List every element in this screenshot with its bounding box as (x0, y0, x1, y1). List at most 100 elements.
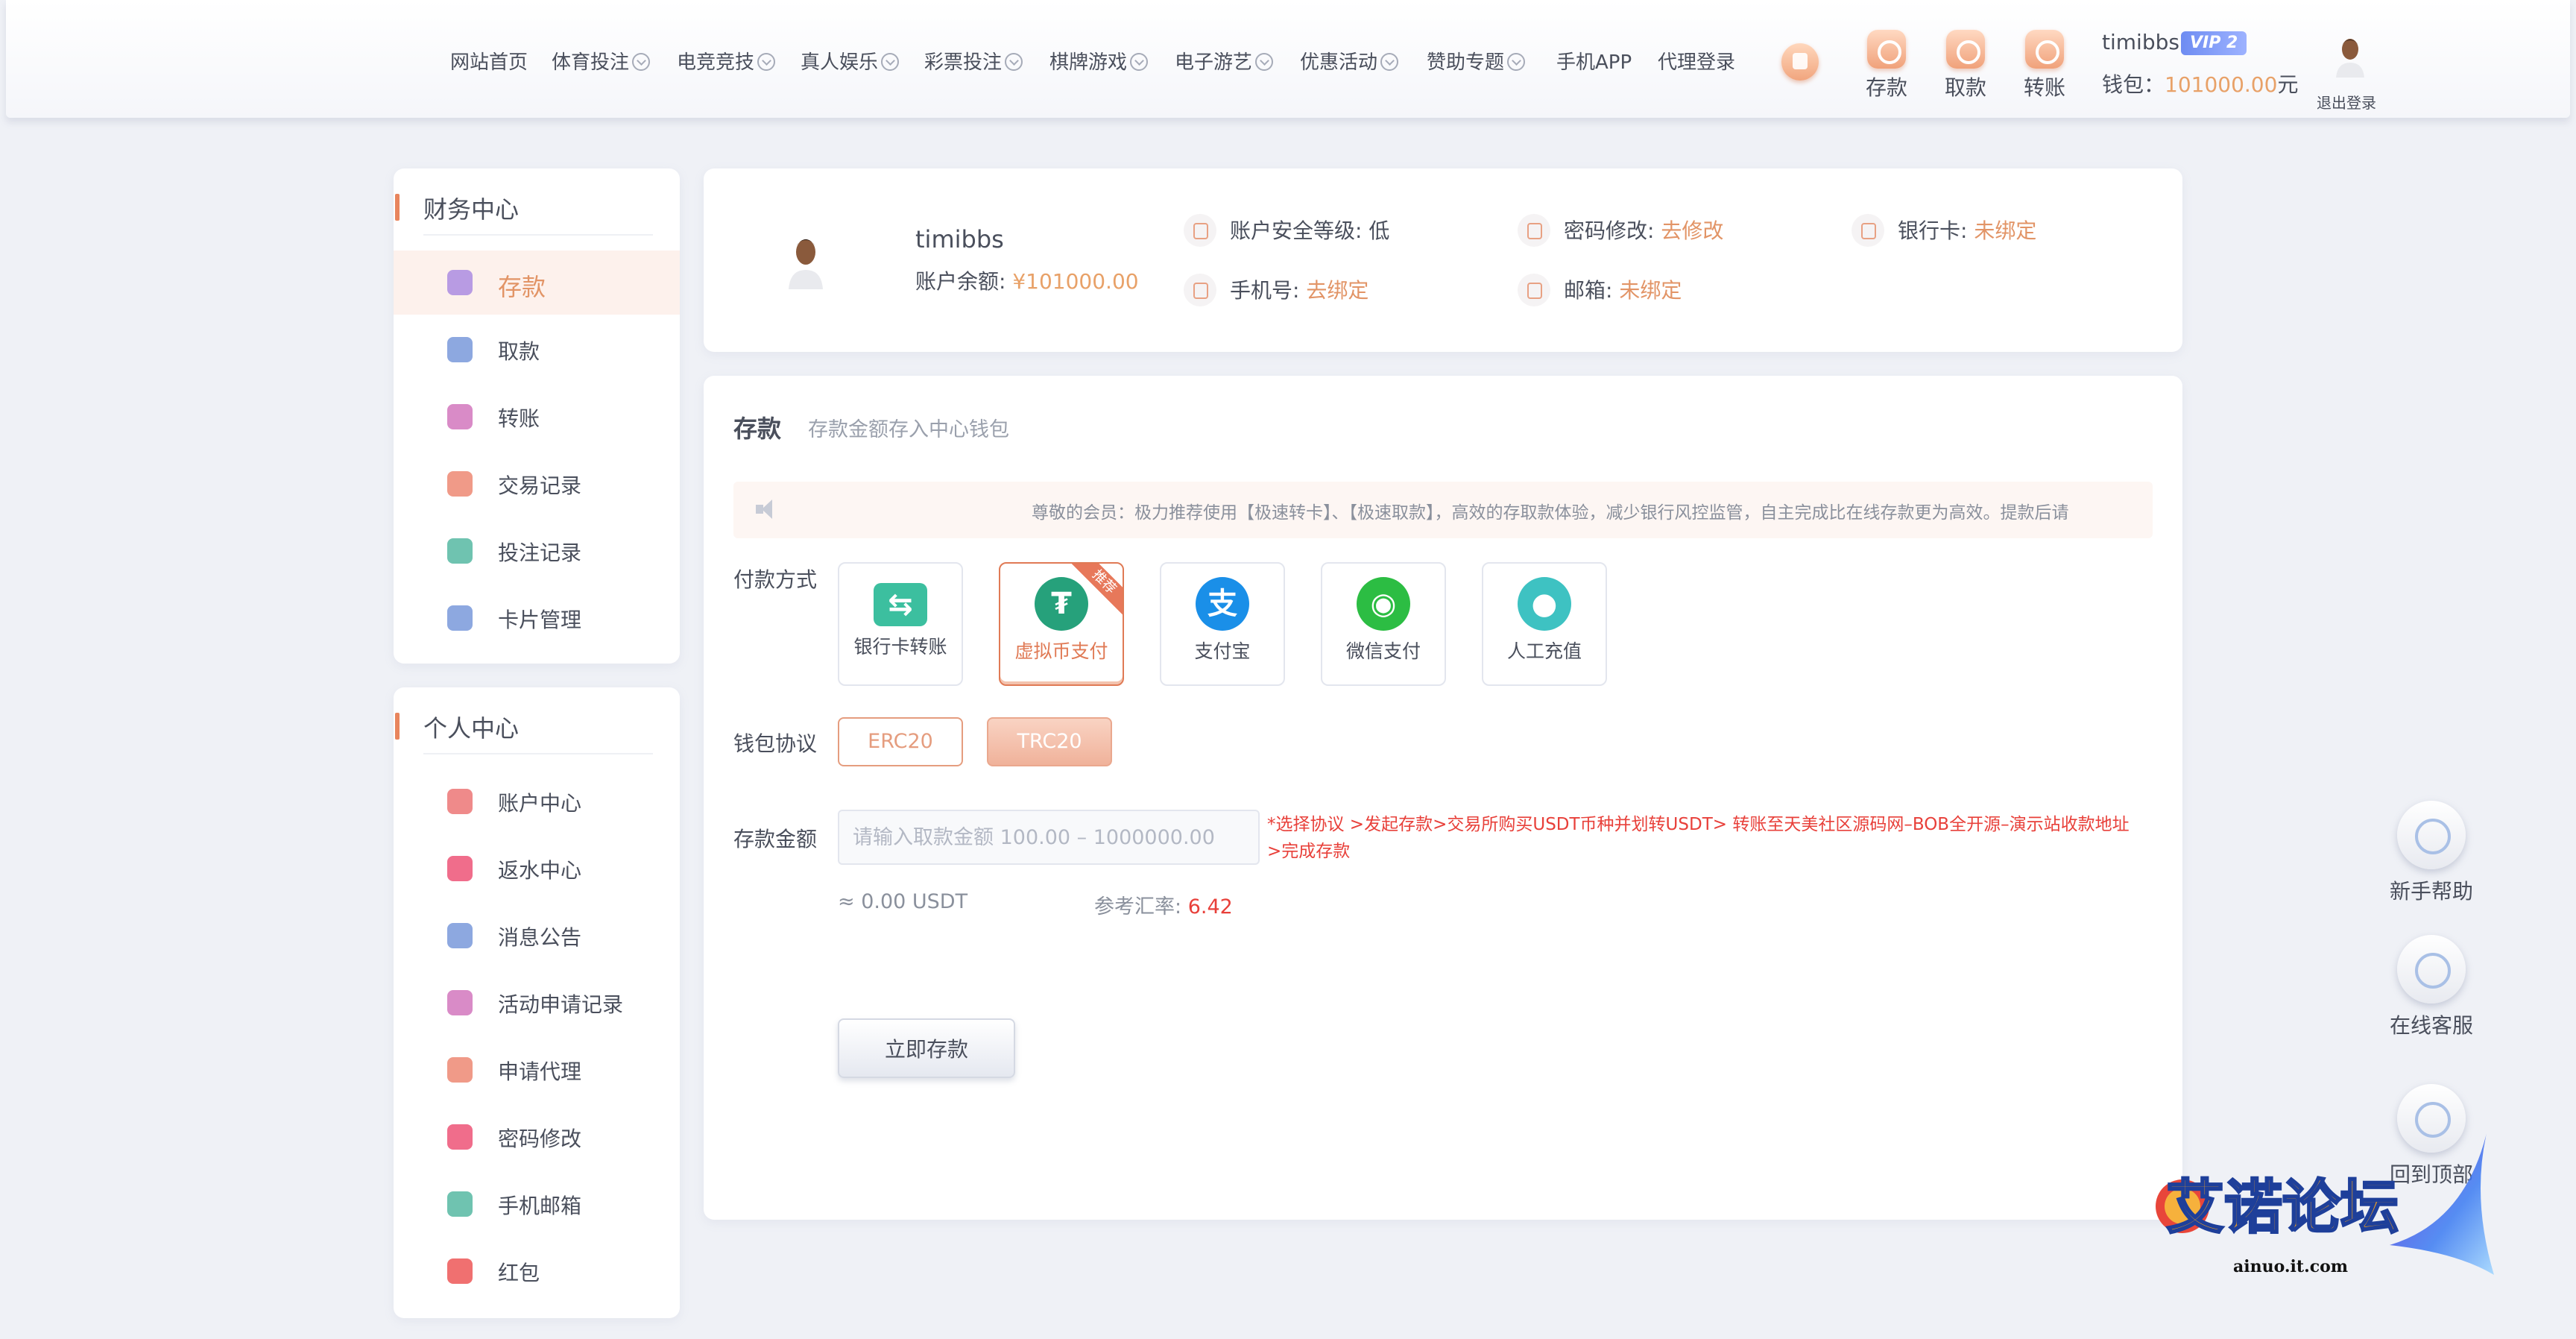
finance-center-panel: 财务中心 存款 取款 转账 交易记录 投注记录 卡片管理 (394, 168, 680, 664)
sidebar-item-label: 申请代理 (498, 1059, 582, 1084)
deposit-icon (447, 270, 473, 295)
lock-icon (1518, 214, 1550, 247)
email-bind-link[interactable]: 未绑定 (1619, 278, 1682, 303)
sidebar-item[interactable]: 红包 (394, 1239, 680, 1303)
nav-item[interactable]: 真人娱乐 (801, 46, 900, 79)
security-value: 低 (1368, 218, 1390, 243)
nav-item-label: 电竞竞技 (677, 51, 755, 74)
nav-item-label: 电子游艺 (1175, 51, 1253, 74)
sidebar-item[interactable]: 密码修改 (394, 1105, 680, 1169)
profile-card: timibbs 账户余额: ¥101000.00 账户安全等级: 低 密码修改:… (704, 168, 2182, 352)
security-label: 账户安全等级: (1230, 218, 1363, 243)
payment-method-label: 付款方式 (733, 567, 818, 592)
user-avatar[interactable] (2333, 33, 2367, 78)
sidebar-item[interactable]: 手机邮箱 (394, 1172, 680, 1236)
sidebar-item[interactable]: 申请代理 (394, 1038, 680, 1102)
nav-item-label: 彩票投注 (924, 51, 1003, 74)
sidebar-item[interactable]: 交易记录 (394, 452, 680, 516)
nav-item[interactable]: 棋牌游戏 (1049, 46, 1149, 79)
payment-method-option[interactable]: ⇆ 银行卡转账 (838, 562, 963, 686)
floating-button[interactable]: 在线客服 (2385, 935, 2478, 1039)
nav-item[interactable]: 网站首页 (450, 46, 528, 79)
protocol-option[interactable]: TRC20 (987, 717, 1112, 766)
sidebar-item-label: 投注记录 (498, 541, 582, 565)
floating-button-label: 在线客服 (2389, 1013, 2473, 1038)
floating-button-label: 新手帮助 (2389, 879, 2473, 904)
quick-action-1[interactable]: 取款 (1932, 30, 1999, 101)
sidebar-item-label: 转账 (498, 406, 540, 431)
message-icon[interactable] (1781, 43, 1819, 81)
payment-method-label: 银行卡转账 (853, 636, 947, 658)
wechat-icon: ◉ (1357, 577, 1410, 631)
deposit-hint: *选择协议 >发起存款>交易所购买USDT币种并划转USDT> 转账至天美社区源… (1267, 815, 2130, 861)
nav-item-label: 手机APP (1556, 51, 1632, 74)
sidebar-item[interactable]: 取款 (394, 318, 680, 382)
username: timibbs (2102, 30, 2179, 54)
phone-label: 手机号: (1230, 278, 1300, 303)
divider (423, 234, 653, 236)
bank-bind-link[interactable]: 未绑定 (1974, 218, 2036, 243)
sidebar-item[interactable]: 消息公告 (394, 904, 680, 968)
alipay-icon: 支 (1196, 577, 1249, 631)
watermark-logo: 艾诺论坛 ainuo.it.com (2156, 1133, 2494, 1276)
floating-button[interactable]: 新手帮助 (2385, 801, 2478, 905)
payment-method-option[interactable]: 支支付宝 (1160, 562, 1285, 686)
chevron-down-icon (881, 52, 900, 71)
sidebar-item-label: 活动申请记录 (498, 992, 624, 1017)
sidebar-item[interactable]: 转账 (394, 385, 680, 449)
chevron-down-icon (1005, 52, 1023, 71)
nav-item[interactable]: 优惠活动 (1300, 46, 1399, 79)
svg-text:艾诺论坛: 艾诺论坛 (2166, 1174, 2399, 1241)
deposit-icon (1867, 30, 1906, 69)
password-label: 密码修改: (1564, 218, 1655, 243)
nav-item[interactable]: 彩票投注 (924, 46, 1023, 79)
payment-method-label: 微信支付 (1345, 640, 1421, 662)
account-balance: 账户余额: ¥101000.00 (915, 265, 1139, 295)
sidebar-item-label: 卡片管理 (498, 608, 582, 632)
lock-icon (447, 1124, 473, 1150)
nav-item[interactable]: 电子游艺 (1175, 46, 1274, 79)
chevron-down-icon (1380, 52, 1399, 71)
phone-bind-link[interactable]: 去绑定 (1306, 278, 1368, 303)
wallet-protocol-label: 钱包协议 (733, 731, 818, 756)
payment-method-option[interactable]: ₮ 虚拟币支付 推荐 (999, 562, 1124, 686)
nav-item[interactable]: 手机APP (1556, 46, 1632, 79)
headset-icon (2397, 935, 2466, 1004)
nav-item[interactable]: 代理登录 (1658, 46, 1735, 79)
payment-method-option[interactable]: ● 人工充值 (1482, 562, 1607, 686)
payment-method-option[interactable]: ◉ 微信支付 (1321, 562, 1446, 686)
deposit-amount-input[interactable] (838, 810, 1260, 865)
password-change-link[interactable]: 去修改 (1661, 218, 1723, 243)
sidebar-item-label: 密码修改 (498, 1127, 582, 1151)
nav-item-label: 赞助专题 (1427, 51, 1505, 74)
sidebar-item-label: 账户中心 (498, 791, 582, 816)
sidebar-item[interactable]: 账户中心 (394, 769, 680, 834)
sidebar-item[interactable]: 投注记录 (394, 519, 680, 583)
manual-recharge-icon: ● (1518, 577, 1571, 631)
protocol-option[interactable]: ERC20 (838, 717, 963, 766)
sidebar-item[interactable]: 卡片管理 (394, 586, 680, 650)
bank-card-status: 银行卡: 未绑定 (1852, 214, 2036, 248)
profile-avatar (789, 239, 823, 289)
nav-item[interactable]: 赞助专题 (1427, 46, 1526, 79)
vip-badge: VIP 2 (2181, 31, 2247, 55)
sidebar-item[interactable]: 存款 (394, 251, 680, 315)
sidebar-item-label: 交易记录 (498, 473, 582, 498)
nav-item[interactable]: 电竞竞技 (677, 46, 776, 79)
chevron-down-icon (757, 52, 776, 71)
quick-action-2[interactable]: 转账 (2011, 30, 2078, 101)
bank-transfer-icon: ⇆ (874, 583, 927, 626)
payment-method-label: 虚拟币支付 (1014, 640, 1108, 662)
usdt-icon: ₮ (1035, 577, 1088, 631)
sidebar-item-label: 红包 (498, 1261, 540, 1285)
phone-status: 手机号: 去绑定 (1184, 274, 1368, 308)
nav-item[interactable]: 体育投注 (552, 46, 651, 79)
quick-action-0[interactable]: 存款 (1853, 30, 1920, 101)
sidebar-item[interactable]: 活动申请记录 (394, 971, 680, 1035)
divider (423, 753, 653, 754)
submit-deposit-button[interactable]: 立即存款 (838, 1018, 1015, 1078)
help-robot-icon (2397, 801, 2466, 869)
logout-link[interactable]: 退出登录 (2317, 91, 2376, 113)
bank-label: 银行卡: (1898, 218, 1968, 243)
sidebar-item[interactable]: 返水中心 (394, 837, 680, 901)
